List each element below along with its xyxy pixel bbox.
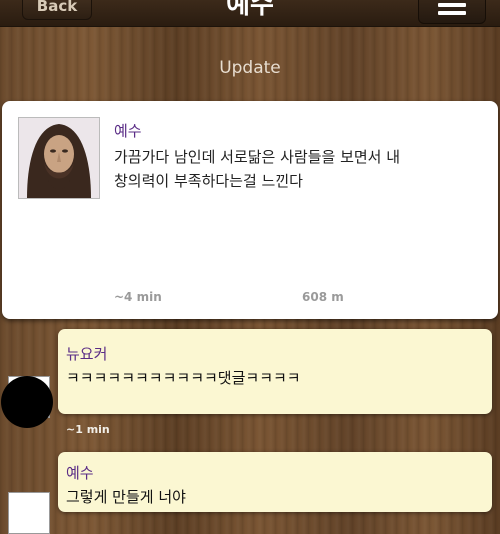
comment-text: 그렇게 만들게 너야	[66, 488, 186, 506]
avatar-placeholder-circle	[1, 376, 53, 428]
comment-card[interactable]: 예수 그렇게 만들게 너야	[58, 452, 492, 512]
comment-author-name[interactable]: 예수	[66, 462, 94, 483]
author-avatar[interactable]	[18, 117, 100, 199]
comment-text: ㅋㅋㅋㅋㅋㅋㅋㅋㅋㅋㅋ댓글ㅋㅋㅋㅋ	[66, 369, 301, 387]
post-body: 가끔가다 남인데 서로닮은 사람들을 보면서 내 창의력이 부족하다는걸 느낀다	[114, 145, 474, 193]
comment-card[interactable]: 뉴요커 ㅋㅋㅋㅋㅋㅋㅋㅋㅋㅋㅋ댓글ㅋㅋㅋㅋ	[58, 329, 492, 414]
section-label-update: Update	[219, 58, 281, 78]
comment-author-name[interactable]: 뉴요커	[66, 343, 107, 364]
comment-avatar[interactable]	[1, 376, 53, 428]
comment-avatar[interactable]	[8, 492, 50, 534]
post-body-line: 가끔가다 남인데 서로닮은 사람들을 보면서 내	[114, 148, 401, 166]
post-distance: 608 m	[302, 290, 344, 304]
menu-button[interactable]	[418, 0, 486, 24]
post-timestamp: ~4 min	[114, 290, 162, 304]
comment-timestamp: ~1 min	[66, 423, 110, 436]
post-author-name[interactable]: 예수	[114, 120, 142, 141]
post-card[interactable]: 예수 가끔가다 남인데 서로닮은 사람들을 보면서 내 창의력이 부족하다는걸 …	[2, 101, 498, 319]
post-body-line: 창의력이 부족하다는걸 느낀다	[114, 172, 303, 190]
top-navigation-bar: Back 예수	[0, 0, 500, 27]
